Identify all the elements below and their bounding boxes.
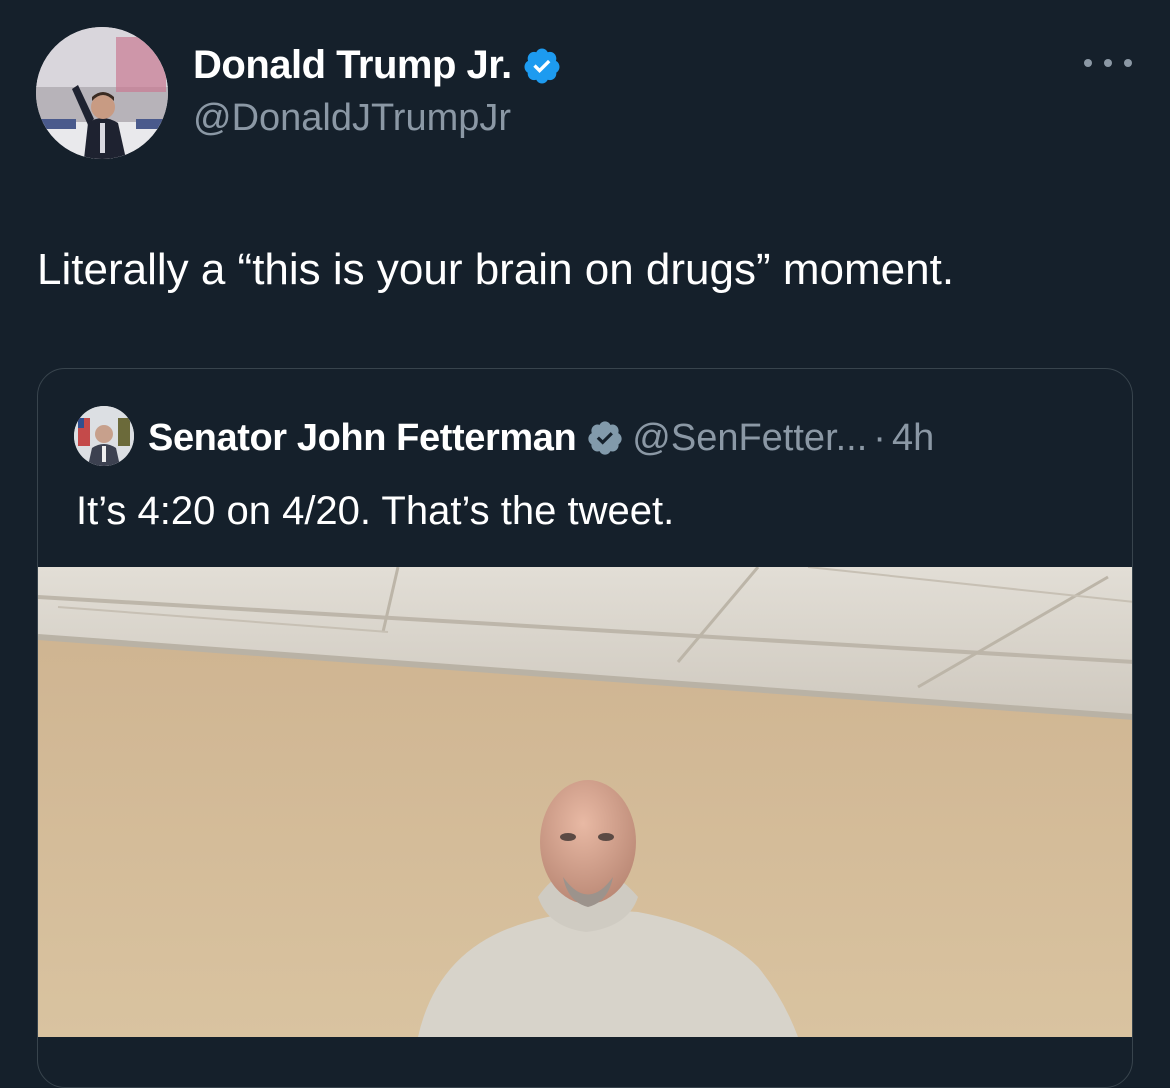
quoted-tweet-header: Senator John Fetterman @SenFetter... · 4… (148, 413, 934, 463)
quoted-tweet-card[interactable]: Senator John Fetterman @SenFetter... · 4… (37, 368, 1133, 1088)
separator-dot: · (873, 416, 886, 459)
quoted-author-avatar[interactable] (74, 406, 134, 466)
media-photo (38, 567, 1132, 1037)
author-handle[interactable]: @DonaldJTrumpJr (193, 97, 511, 140)
author-display-name-row[interactable]: Donald Trump Jr. (193, 43, 562, 88)
quoted-author-name[interactable]: Senator John Fetterman (148, 417, 577, 460)
author-display-name[interactable]: Donald Trump Jr. (193, 43, 512, 88)
verified-badge-icon (524, 48, 560, 83)
quoted-avatar-photo (74, 406, 134, 466)
avatar-photo (36, 27, 168, 159)
tweet-text: Literally a “this is your brain on drugs… (37, 245, 955, 294)
more-options-icon (1084, 59, 1092, 67)
quoted-author-handle[interactable]: @SenFetter... (632, 417, 867, 460)
author-avatar[interactable] (36, 27, 168, 159)
more-options-button[interactable] (1084, 48, 1132, 78)
quoted-tweet-text: It’s 4:20 on 4/20. That’s the tweet. (76, 489, 675, 533)
quoted-tweet-media[interactable] (38, 567, 1132, 1037)
quoted-tweet-time[interactable]: 4h (892, 417, 934, 460)
verified-badge-icon (588, 421, 622, 455)
